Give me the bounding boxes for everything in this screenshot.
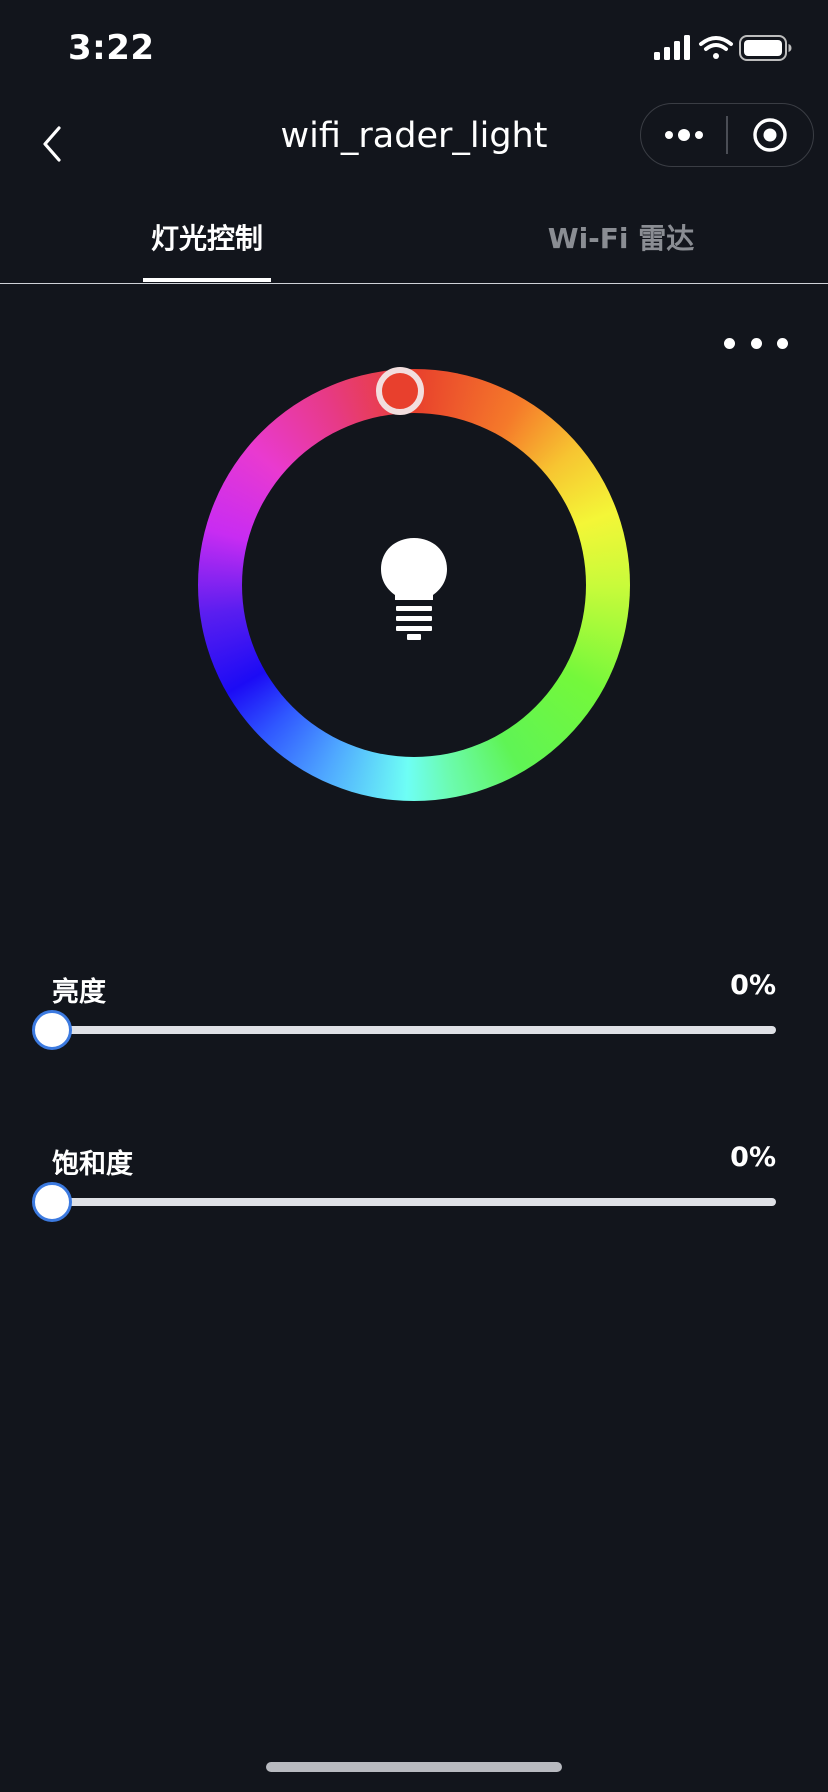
saturation-slider-thumb[interactable] [32, 1182, 72, 1222]
color-wheel-handle[interactable] [376, 367, 424, 415]
more-dot [724, 337, 735, 349]
back-button[interactable] [22, 114, 82, 174]
mini-program-capsule [640, 103, 814, 167]
home-indicator [266, 1762, 562, 1772]
saturation-label: 饱和度 [52, 1149, 133, 1180]
brightness-slider-block: 亮度 0% [0, 970, 828, 1090]
page-title: wifi_rader_light [280, 116, 548, 156]
active-tab-indicator [143, 278, 271, 282]
saturation-slider-block: 饱和度 0% [0, 1142, 828, 1262]
saturation-slider-track[interactable] [52, 1198, 776, 1206]
status-time: 3:22 [68, 28, 155, 68]
nav-bar: wifi_rader_light [0, 96, 828, 192]
status-bar: 3:22 [0, 0, 828, 96]
tab-wifi-radar[interactable]: Wi-Fi 雷达 [474, 192, 768, 282]
more-dot [750, 337, 762, 349]
more-dot [777, 337, 788, 349]
more-dots-icon [664, 129, 703, 141]
wifi-icon [699, 36, 733, 59]
capsule-more-button[interactable] [641, 104, 726, 166]
capsule-close-button[interactable] [728, 104, 813, 166]
saturation-value: 0% [730, 1142, 776, 1173]
brightness-label: 亮度 [52, 977, 106, 1008]
chevron-left-icon [43, 126, 61, 162]
tab-light-control[interactable]: 灯光控制 [60, 192, 354, 282]
brightness-value: 0% [730, 970, 776, 1001]
status-icons [654, 34, 794, 64]
brightness-slider-thumb[interactable] [32, 1010, 72, 1050]
cellular-signal-icon [654, 35, 690, 60]
battery-icon [739, 35, 792, 61]
record-target-icon [753, 118, 788, 152]
more-options-button[interactable] [724, 328, 788, 358]
brightness-slider-track[interactable] [52, 1026, 776, 1034]
tab-bar: 灯光控制 Wi-Fi 雷达 [0, 192, 828, 284]
light-bulb-icon[interactable] [378, 536, 450, 640]
